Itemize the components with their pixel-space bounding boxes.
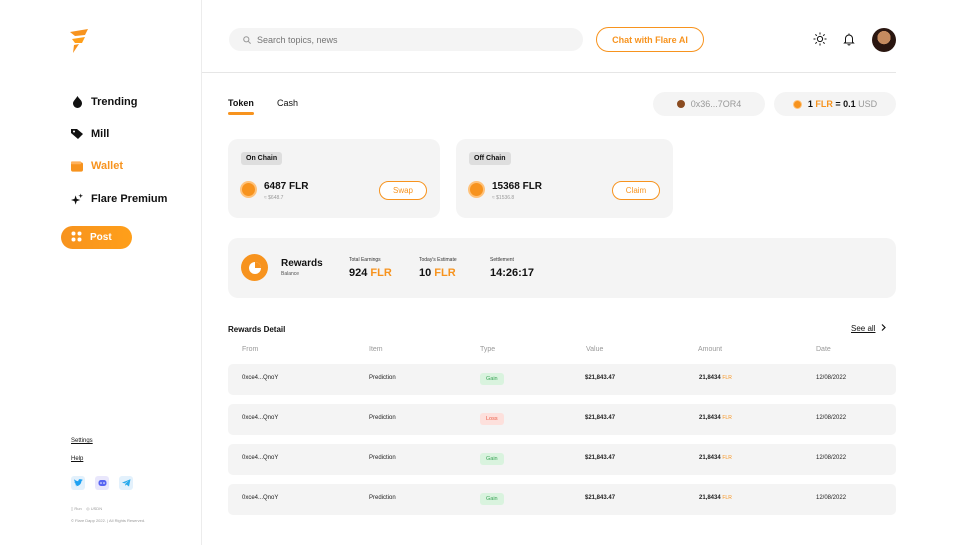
rewards-title: Rewards bbox=[281, 258, 323, 269]
header-divider bbox=[202, 72, 896, 73]
column-header-item: Item bbox=[369, 346, 383, 353]
search-input[interactable] bbox=[257, 34, 557, 45]
sun-icon bbox=[813, 32, 827, 46]
todays-estimate-stat: Today's Estimate 10 FLR bbox=[419, 257, 457, 279]
search-icon bbox=[243, 31, 251, 49]
discord-icon[interactable] bbox=[95, 476, 109, 490]
tab-token[interactable]: Token bbox=[228, 98, 254, 108]
telegram-icon[interactable] bbox=[119, 476, 133, 490]
rewards-panel: Rewards Balance Total Earnings 924 FLR T… bbox=[228, 238, 896, 298]
flr-coin-icon bbox=[792, 99, 802, 109]
help-link[interactable]: Help bbox=[71, 456, 83, 462]
claim-button[interactable]: Claim bbox=[612, 181, 660, 200]
card-usd-value: ≈ $648.7 bbox=[264, 195, 284, 201]
mini-link-right[interactable]: USDN bbox=[91, 506, 102, 511]
wallet-address-pill[interactable]: 0x36...7OR4 bbox=[653, 92, 765, 116]
swap-button[interactable]: Swap bbox=[379, 181, 427, 200]
status-badge: Gain bbox=[480, 493, 504, 505]
off-chain-card: Off Chain 15368 FLR ≈ $1536.8 Claim bbox=[456, 139, 673, 218]
document-icon: ▯ bbox=[71, 506, 74, 511]
flr-coin-icon bbox=[240, 181, 257, 198]
sparkle-icon bbox=[71, 193, 83, 205]
globe-icon: ◎ bbox=[86, 506, 90, 511]
card-tag: Off Chain bbox=[469, 152, 511, 165]
table-row[interactable]: 0xce4...QnoY Prediction Gain $21,843.47 … bbox=[228, 484, 896, 515]
flame-icon bbox=[71, 96, 83, 108]
chevron-right-icon bbox=[881, 324, 887, 333]
tab-cash[interactable]: Cash bbox=[277, 98, 298, 108]
column-header-value: Value bbox=[586, 346, 604, 353]
sidebar-item-label: Mill bbox=[91, 128, 110, 140]
table-row[interactable]: 0xce4...QnoY Prediction Loss $21,843.47 … bbox=[228, 404, 896, 435]
wallet-icon bbox=[71, 160, 83, 172]
sidebar-item-label: Trending bbox=[91, 96, 138, 108]
status-badge: Gain bbox=[480, 453, 504, 465]
card-tag: On Chain bbox=[241, 152, 283, 165]
flr-coin-icon bbox=[468, 181, 485, 198]
chat-with-flare-ai-button[interactable]: Chat with Flare AI bbox=[596, 27, 704, 52]
sidebar: Trending Mill Wallet Flare Premium Post … bbox=[0, 0, 202, 545]
active-tab-indicator bbox=[228, 112, 254, 115]
sidebar-item-label: Flare Premium bbox=[91, 193, 168, 205]
on-chain-card: On Chain 6487 FLR ≈ $648.7 Swap bbox=[228, 139, 440, 218]
column-header-from: From bbox=[242, 346, 259, 353]
bell-icon bbox=[843, 33, 855, 45]
flare-logo-icon[interactable] bbox=[68, 28, 90, 54]
post-button[interactable]: Post bbox=[61, 226, 132, 249]
theme-toggle[interactable] bbox=[812, 31, 828, 47]
see-all-link[interactable]: See all bbox=[851, 324, 887, 333]
copyright-text: © Flare Dapp 2022. | All Rights Reserved… bbox=[71, 518, 146, 523]
social-links bbox=[71, 476, 133, 490]
wallet-address: 0x36...7OR4 bbox=[690, 99, 742, 109]
column-header-amount: Amount bbox=[698, 346, 723, 353]
avatar[interactable] bbox=[872, 28, 896, 52]
status-badge: Loss bbox=[480, 413, 504, 425]
post-label: Post bbox=[90, 232, 112, 243]
sidebar-item-label: Wallet bbox=[91, 160, 123, 172]
rewards-detail-title: Rewards Detail bbox=[228, 325, 286, 334]
exchange-rate-pill: 1 FLR = 0.1 USD bbox=[774, 92, 896, 116]
grid-icon bbox=[71, 231, 82, 245]
mini-links: ▯ Run ◎ USDN bbox=[71, 506, 102, 511]
sidebar-item-flare-premium[interactable]: Flare Premium bbox=[71, 193, 167, 205]
settings-link[interactable]: Settings bbox=[71, 438, 93, 444]
address-avatar-icon bbox=[676, 100, 685, 108]
mini-link-left[interactable]: Run bbox=[74, 506, 81, 511]
pie-chart-icon bbox=[241, 254, 268, 281]
total-earnings-stat: Total Earnings 924 FLR bbox=[349, 257, 392, 279]
status-badge: Gain bbox=[480, 373, 504, 385]
settlement-stat: Settlement 14:26:17 bbox=[490, 257, 535, 279]
notifications-button[interactable] bbox=[841, 31, 857, 47]
tag-icon bbox=[71, 128, 83, 140]
exchange-rate: 1 FLR = 0.1 USD bbox=[807, 99, 878, 109]
card-usd-value: ≈ $1536.8 bbox=[492, 195, 515, 201]
card-amount: 6487 FLR bbox=[264, 181, 309, 192]
table-row[interactable]: 0xce4...QnoY Prediction Gain $21,843.47 … bbox=[228, 364, 896, 395]
sidebar-item-mill[interactable]: Mill bbox=[71, 128, 109, 140]
search-bar[interactable] bbox=[229, 28, 583, 51]
sidebar-item-trending[interactable]: Trending bbox=[71, 96, 137, 108]
column-header-date: Date bbox=[816, 346, 831, 353]
twitter-icon[interactable] bbox=[71, 476, 85, 490]
rewards-subtitle: Balance bbox=[281, 271, 300, 277]
table-row[interactable]: 0xce4...QnoY Prediction Gain $21,843.47 … bbox=[228, 444, 896, 475]
column-header-type: Type bbox=[480, 346, 496, 353]
sidebar-item-wallet[interactable]: Wallet bbox=[71, 160, 123, 172]
card-amount: 15368 FLR bbox=[492, 181, 543, 192]
